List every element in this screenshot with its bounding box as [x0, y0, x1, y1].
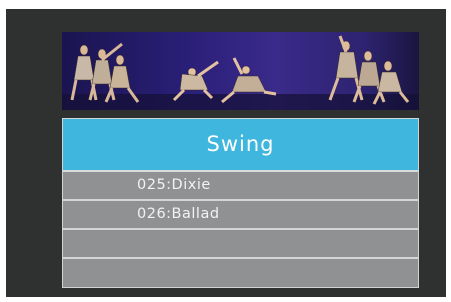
- device-screen: Swing 025:Dixie 026:Ballad: [6, 9, 446, 297]
- dancers-photo: [62, 35, 419, 110]
- menu-item[interactable]: 025:Dixie: [63, 172, 418, 201]
- style-menu: Swing 025:Dixie 026:Ballad: [62, 118, 419, 288]
- menu-title: Swing: [63, 119, 418, 172]
- menu-item[interactable]: 026:Ballad: [63, 201, 418, 230]
- menu-item-empty[interactable]: [63, 259, 418, 286]
- banner-image: [62, 32, 419, 110]
- menu-item-empty[interactable]: [63, 230, 418, 259]
